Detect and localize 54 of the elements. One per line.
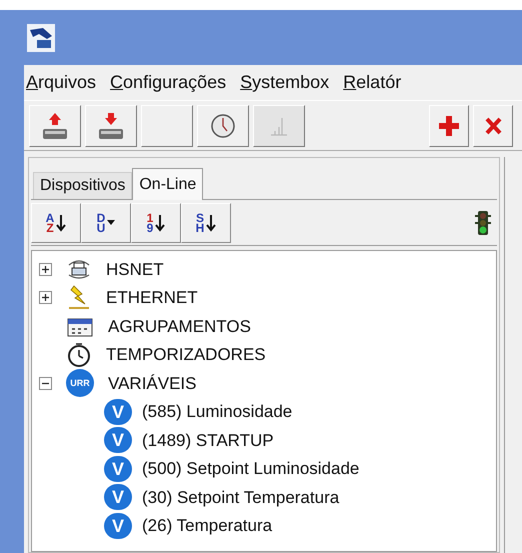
sort-letter: 1: [146, 212, 154, 222]
clock-toolbar-button[interactable]: [197, 104, 249, 146]
variable-badge-icon: V: [104, 512, 132, 539]
app-logo-icon: [27, 24, 55, 52]
tree-item[interactable]: (500) Setpoint Luminosidade: [142, 456, 360, 482]
sort-letter: S: [196, 212, 204, 222]
menu-item[interactable]: Arquivos: [26, 69, 96, 96]
plus-icon: [438, 114, 460, 136]
sort-letter: H: [196, 222, 204, 232]
tree-item[interactable]: (26) Temperatura: [142, 513, 272, 538]
plus-icon: [41, 293, 50, 302]
variable-badge-icon: V: [104, 456, 132, 482]
blank-toolbar-button[interactable]: [141, 104, 193, 146]
drive-arrow-icon: [42, 110, 68, 140]
tree-item[interactable]: (30) Setpoint Temperatura: [142, 484, 340, 510]
download-toolbar-button[interactable]: [85, 104, 137, 146]
expand-toggle[interactable]: [39, 291, 52, 304]
tree-item[interactable]: (1489) STARTUP: [142, 428, 274, 453]
sort-button[interactable]: A Z: [31, 202, 81, 242]
clock-icon: [210, 112, 236, 138]
menu-item[interactable]: Configurações: [110, 69, 226, 96]
sort-letter: 9: [146, 222, 154, 232]
tree-item[interactable]: (585) Luminosidade: [142, 399, 292, 424]
sort-letter: D: [96, 212, 106, 222]
sort-button[interactable]: D U: [81, 202, 131, 242]
sort-button[interactable]: S H: [181, 202, 231, 242]
variable-badge-icon: V: [104, 484, 132, 510]
variable-badge-icon: V: [104, 398, 132, 425]
upload-toolbar-button[interactable]: [29, 104, 81, 146]
variables-badge-icon: URR: [66, 369, 94, 398]
traffic-light-icon: [475, 210, 491, 236]
add-toolbar-button[interactable]: [429, 104, 469, 146]
tree-item[interactable]: VARIÁVEIS: [108, 370, 196, 396]
tree-item[interactable]: ETHERNET: [106, 285, 198, 310]
menu-item[interactable]: Relatór: [343, 69, 402, 96]
tree-item[interactable]: AGRUPAMENTOS: [108, 314, 251, 339]
sort-letter: A: [46, 212, 54, 222]
expand-toggle[interactable]: [39, 262, 52, 276]
menu-item[interactable]: Systembox: [240, 69, 330, 96]
close-icon: [484, 116, 502, 136]
lightning-icon: [66, 284, 92, 311]
tab[interactable]: Dispositivos: [33, 172, 132, 199]
plus-icon: [41, 264, 50, 274]
drive-arrow-icon: [98, 110, 124, 140]
sort-button[interactable]: 1 9: [131, 202, 181, 242]
expand-toggle[interactable]: [39, 376, 52, 390]
sort-letter: U: [96, 222, 106, 232]
delete-toolbar-button[interactable]: [473, 104, 513, 146]
tab[interactable]: On-Line: [132, 168, 204, 200]
sort-letter: Z: [46, 222, 54, 232]
variable-badge-icon: V: [104, 427, 132, 454]
stopwatch-icon: [66, 342, 92, 368]
tree-item[interactable]: HSNET: [106, 256, 164, 282]
tree-item[interactable]: TEMPORIZADORES: [106, 342, 266, 368]
